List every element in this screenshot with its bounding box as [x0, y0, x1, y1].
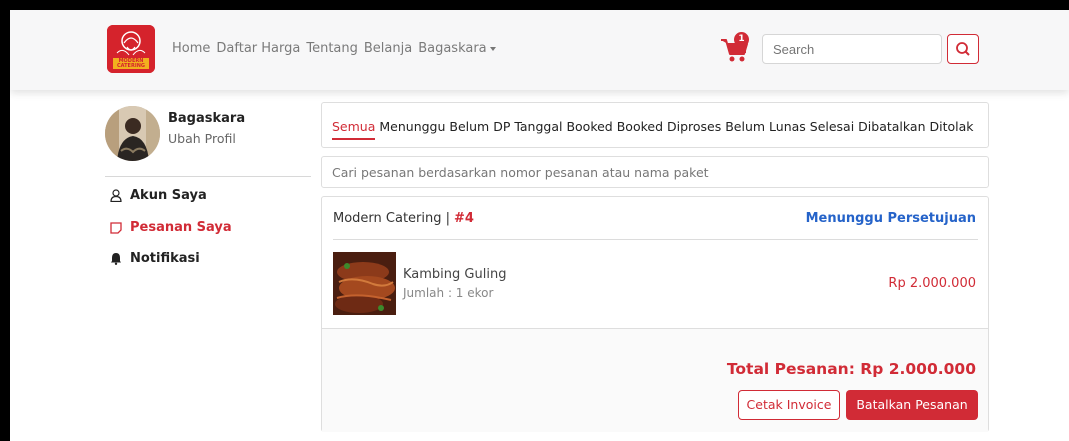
cart-button[interactable]: 1 — [720, 32, 754, 64]
order-divider — [333, 239, 978, 240]
order-card: Modern Catering | #4 Menunggu Persetujuan… — [321, 196, 989, 432]
brand-logo[interactable]: MODERN CATERING — [107, 25, 155, 73]
sidebar-divider — [105, 176, 311, 177]
edit-profile-link[interactable]: Ubah Profil — [168, 131, 236, 146]
search-button[interactable] — [947, 34, 979, 64]
order-total: Total Pesanan: Rp 2.000.000 — [726, 360, 976, 378]
order-number: #4 — [454, 211, 474, 226]
logo-text: MODERN CATERING — [117, 58, 145, 69]
main-nav: Home Daftar Harga Tentang Belanja Bagask… — [172, 41, 496, 56]
sidebar-item-pesanan-saya[interactable]: Pesanan Saya — [110, 220, 232, 235]
store-name: Modern Catering | — [333, 211, 451, 226]
cart-count-badge: 1 — [734, 32, 749, 47]
nav-link-daftar-harga[interactable]: Daftar Harga — [216, 41, 300, 56]
tab-semua[interactable]: Semua — [332, 119, 375, 134]
avatar-photo-icon — [105, 106, 160, 161]
order-search-field[interactable]: Cari pesanan berdasarkan nomor pesanan a… — [321, 156, 989, 188]
nav-link-home[interactable]: Home — [172, 41, 210, 56]
order-icon — [110, 221, 122, 234]
product-name: Kambing Guling — [403, 267, 507, 282]
sidebar-item-akun-saya[interactable]: Akun Saya — [110, 188, 207, 203]
order-header: Modern Catering | #4 — [333, 211, 474, 226]
nav-link-belanja[interactable]: Belanja — [364, 41, 412, 56]
user-icon — [110, 189, 122, 202]
tab-list-others[interactable]: Menunggu Belum DP Tanggal Booked Booked … — [379, 119, 973, 134]
sidebar-item-label: Pesanan Saya — [130, 220, 232, 235]
nav-link-tentang[interactable]: Tentang — [306, 41, 358, 56]
sidebar-item-label: Akun Saya — [130, 188, 207, 203]
order-footer: Total Pesanan: Rp 2.000.000 Cetak Invoic… — [322, 328, 988, 432]
order-status-tabs: Semua Menunggu Belum DP Tanggal Booked B… — [321, 102, 989, 148]
product-price: Rp 2.000.000 — [888, 276, 976, 291]
avatar[interactable] — [105, 106, 160, 161]
food-photo-icon — [333, 252, 396, 315]
profile-name: Bagaskara — [168, 111, 246, 126]
order-search-placeholder: Cari pesanan berdasarkan nomor pesanan a… — [332, 165, 709, 180]
product-image — [333, 252, 396, 315]
status-badge: Menunggu Persetujuan — [805, 211, 976, 226]
product-quantity: Jumlah : 1 ekor — [403, 286, 494, 300]
account-dropdown-label: Bagaskara — [418, 41, 487, 56]
search-icon — [956, 42, 970, 56]
search-input[interactable] — [762, 34, 942, 64]
print-invoice-button[interactable]: Cetak Invoice — [738, 390, 840, 420]
sidebar-item-label: Notifikasi — [130, 251, 200, 266]
cancel-order-button[interactable]: Batalkan Pesanan — [846, 390, 978, 420]
page-frame: MODERN CATERING Home Daftar Harga Tentan… — [10, 10, 1069, 441]
account-dropdown[interactable]: Bagaskara — [418, 41, 496, 56]
bell-icon — [111, 253, 121, 265]
chevron-down-icon — [489, 46, 496, 51]
sidebar-item-notifikasi[interactable]: Notifikasi — [110, 251, 200, 266]
navbar: MODERN CATERING Home Daftar Harga Tentan… — [10, 10, 1069, 90]
